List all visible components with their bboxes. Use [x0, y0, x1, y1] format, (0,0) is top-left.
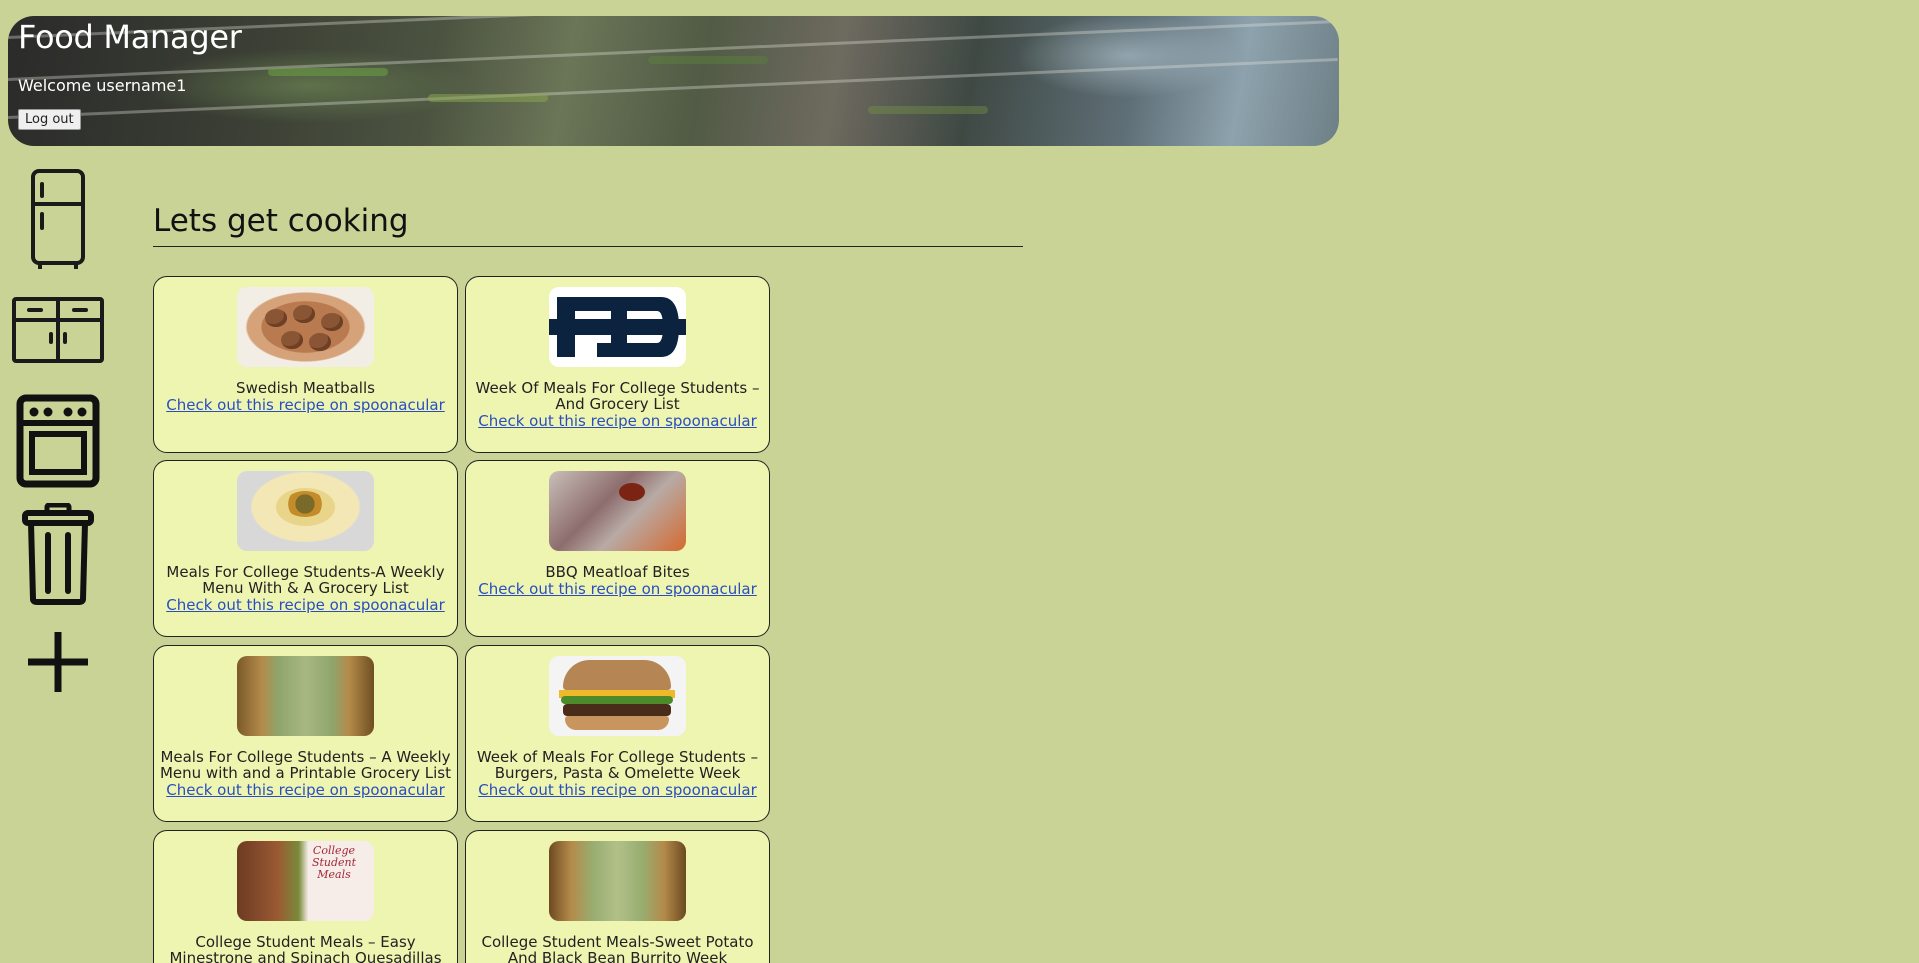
- recipe-link[interactable]: Check out this recipe on spoonacular: [478, 412, 757, 430]
- trash-icon: [22, 503, 94, 605]
- recipe-title: Meals For College Students – A Weekly Me…: [159, 748, 452, 782]
- oven-icon: [16, 394, 100, 488]
- banner-content: Food Manager Welcome username1 Log out: [8, 16, 1339, 130]
- logout-button[interactable]: Log out: [18, 109, 81, 130]
- recipe-link[interactable]: Check out this recipe on spoonacular: [166, 596, 445, 614]
- recipe-link[interactable]: Check out this recipe on spoonacular: [166, 781, 445, 799]
- recipe-title: Week Of Meals For College Students – And…: [475, 379, 760, 413]
- sidebar-item-oven[interactable]: [10, 394, 106, 488]
- section-title: Lets get cooking: [153, 196, 1023, 247]
- sidebar-item-add[interactable]: [10, 630, 106, 694]
- main-content: Lets get cooking Swedish Meatballs Check…: [153, 196, 1023, 963]
- app-title: Food Manager: [18, 18, 242, 56]
- notre-dame-monogram-icon: [549, 297, 686, 357]
- recipe-card: Meals For College Students-A Weekly Menu…: [153, 460, 458, 637]
- recipe-title: Meals For College Students-A Weekly Menu…: [166, 563, 445, 597]
- recipe-link[interactable]: Check out this recipe on spoonacular: [166, 396, 445, 414]
- recipe-card: College Student Meals College Student Me…: [153, 830, 458, 963]
- recipe-card: College Student Meals-Sweet Potato And B…: [465, 830, 770, 963]
- recipe-title: College Student Meals-Sweet Potato And B…: [481, 933, 754, 963]
- welcome-message: Welcome username1: [18, 76, 187, 95]
- spinach-wraps-photo: [237, 656, 374, 736]
- recipe-title: BBQ Meatloaf Bites: [545, 563, 690, 581]
- quesadilla-photo: [237, 471, 374, 551]
- recipe-card: BBQ Meatloaf Bites Check out this recipe…: [465, 460, 770, 637]
- sidebar-item-pantry[interactable]: [10, 296, 106, 366]
- collage-caption: College Student Meals: [311, 844, 357, 881]
- fridge-icon: [31, 169, 85, 269]
- recipe-card: Week Of Meals For College Students – And…: [465, 276, 770, 453]
- plus-icon: [28, 632, 88, 692]
- notre-dame-logo: [549, 287, 686, 367]
- swedish-meatballs-photo: [237, 287, 374, 367]
- recipe-title: Swedish Meatballs: [236, 379, 375, 397]
- minestrone-collage-photo: College Student Meals: [237, 841, 374, 921]
- recipe-title: College Student Meals – Easy Minestrone …: [169, 933, 442, 963]
- recipe-card: Meals For College Students – A Weekly Me…: [153, 645, 458, 822]
- sidebar-item-trash[interactable]: [10, 503, 106, 605]
- meatloaf-bites-photo: [549, 471, 686, 551]
- recipe-link[interactable]: Check out this recipe on spoonacular: [478, 781, 757, 799]
- recipe-card: Week of Meals For College Students – Bur…: [465, 645, 770, 822]
- burrito-photo: [549, 841, 686, 921]
- page: Food Manager Welcome username1 Log out L…: [0, 0, 1919, 963]
- recipe-card: Swedish Meatballs Check out this recipe …: [153, 276, 458, 453]
- sidebar-item-fridge[interactable]: [10, 168, 106, 272]
- header-banner: Food Manager Welcome username1 Log out: [8, 16, 1339, 146]
- recipe-link[interactable]: Check out this recipe on spoonacular: [478, 580, 757, 598]
- cabinet-icon: [12, 297, 104, 363]
- burger-photo: [549, 656, 686, 736]
- recipe-title: Week of Meals For College Students – Bur…: [476, 748, 759, 782]
